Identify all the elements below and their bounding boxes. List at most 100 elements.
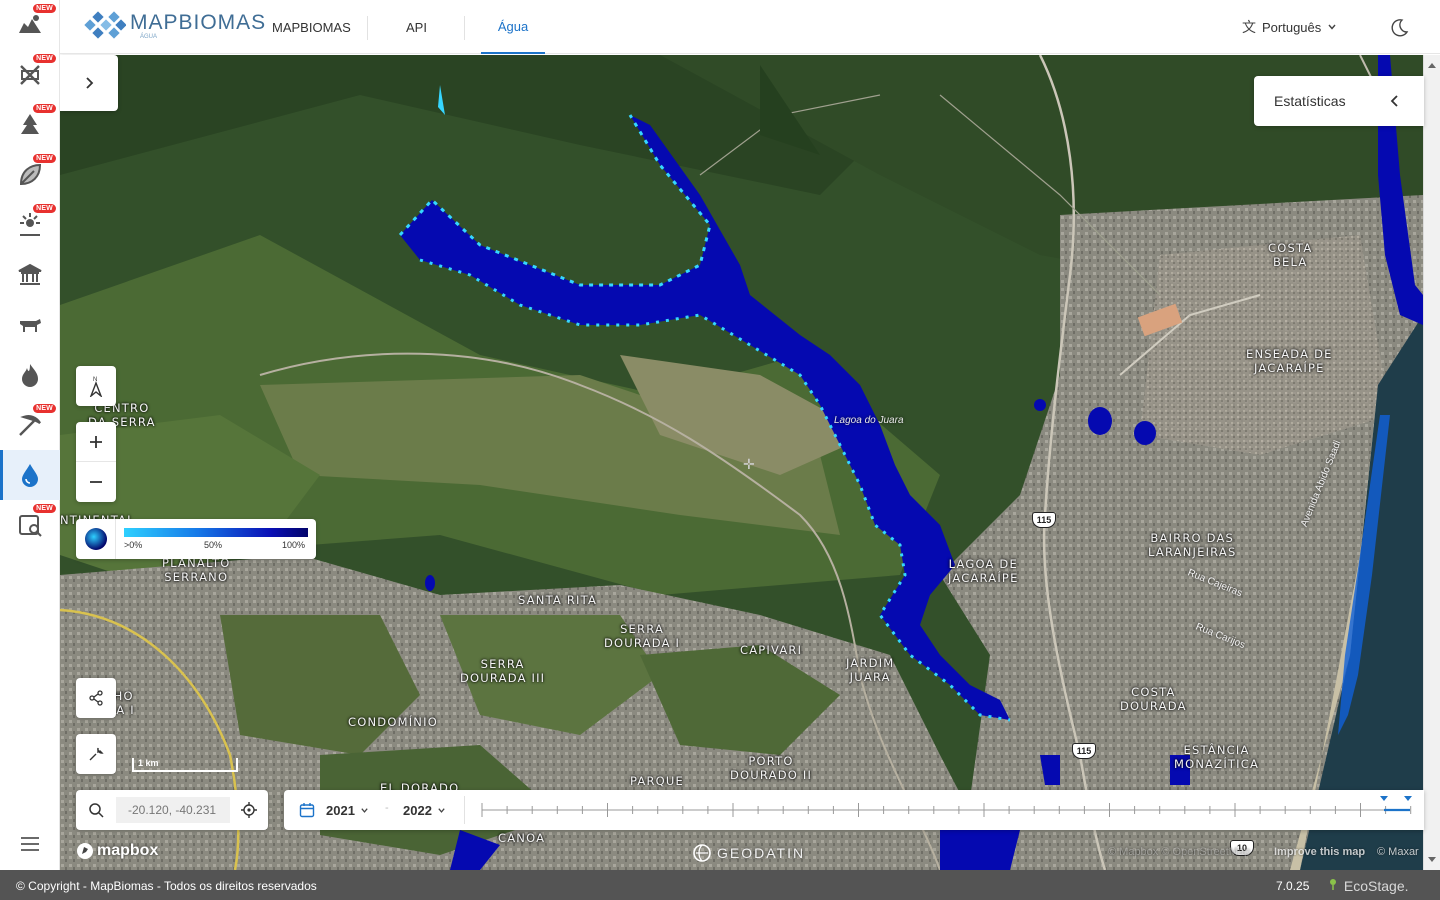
place-label: JARDIM JUARA	[846, 656, 895, 684]
start-handle-icon[interactable]	[1380, 796, 1388, 801]
mapbiomas-logo[interactable]: MAPBIOMAS ÁGUA	[84, 8, 266, 42]
sidebar-item-deforestation[interactable]: NEW	[0, 50, 60, 100]
my-location-icon[interactable]	[240, 801, 258, 819]
scroll-down-icon[interactable]	[1428, 857, 1436, 862]
top-navbar: MAPBIOMAS ÁGUA MAPBIOMAS API Água 文 Port…	[60, 0, 1440, 54]
new-badge: NEW	[33, 204, 56, 213]
plus-icon	[90, 435, 102, 448]
highway-shield: 115	[1072, 743, 1096, 759]
sidebar-item-water[interactable]	[0, 450, 60, 500]
start-year-select[interactable]: 2021	[326, 790, 369, 830]
new-badge: NEW	[33, 54, 56, 63]
search-icon[interactable]	[88, 802, 104, 818]
copyright-text: © Copyright - MapBiomas - Todos os direi…	[16, 879, 317, 893]
new-badge: NEW	[33, 104, 56, 113]
statistics-panel-toggle[interactable]: Estatísticas	[1254, 76, 1424, 126]
map-scale: 1 km	[132, 758, 238, 772]
place-label: CANOA	[498, 831, 546, 845]
sidebar-item-irrigation[interactable]: NEW	[0, 200, 60, 250]
tools-button[interactable]	[76, 734, 116, 774]
sidebar-item-mining[interactable]: NEW	[0, 400, 60, 450]
calendar-icon	[299, 803, 315, 818]
language-label: Português	[1262, 19, 1322, 35]
place-label: ENSEADA DE JACARAÍPE	[1246, 347, 1333, 375]
water-drop-icon	[22, 464, 38, 487]
timeline-slider[interactable]	[480, 790, 1420, 830]
geodatin-icon	[693, 844, 711, 862]
end-year-value: 2022	[403, 802, 432, 818]
ecostage-text: EcoStage.	[1343, 878, 1409, 894]
place-label: ESTÂNCIA MONAZÍTICA	[1174, 743, 1260, 771]
water-layer-icon	[84, 528, 107, 550]
chevron-down-icon	[438, 807, 445, 813]
zoom-out-button[interactable]	[76, 462, 116, 502]
logo-subtitle: ÁGUA	[140, 34, 158, 40]
new-badge: NEW	[33, 4, 56, 13]
lake-label: Lagoa do Juara	[834, 415, 904, 426]
degradation-icon	[21, 114, 39, 134]
version-text: 7.0.25	[1276, 879, 1310, 893]
ecostage-logo[interactable]: EcoStage.	[1326, 877, 1409, 894]
cattle-icon	[20, 319, 41, 332]
module-sidebar: NEW NEW NEW NEW NEW NEW NEW	[0, 0, 60, 870]
sidebar-item-leaf[interactable]: NEW	[0, 150, 60, 200]
nav-divider	[367, 16, 368, 40]
share-button[interactable]	[76, 678, 116, 718]
collection-icon	[19, 15, 41, 33]
sidebar-item-image-analysis[interactable]: NEW	[0, 500, 60, 550]
mapbox-text: mapbox	[97, 842, 159, 859]
sidebar-item-collection[interactable]: NEW	[0, 0, 60, 50]
legend-mid-label: 50%	[204, 540, 223, 550]
tab-agua[interactable]: Água	[481, 0, 545, 54]
sidebar-item-degradation[interactable]: NEW	[0, 100, 60, 150]
statistics-label: Estatísticas	[1274, 93, 1346, 109]
page-scrollbar[interactable]	[1423, 55, 1440, 870]
legend-min-label: >0%	[124, 540, 143, 550]
compass-button[interactable]: N	[76, 366, 116, 406]
fire-icon	[22, 364, 38, 387]
legend-max-label: 100%	[282, 540, 306, 550]
app-root: COSTA BELA ENSEADA DE JACARAÍPE CENTRO D…	[0, 0, 1440, 900]
place-label: COSTA DOURADA	[1120, 685, 1187, 713]
dark-mode-toggle-icon[interactable]	[1388, 17, 1410, 39]
place-label: BAIRRO DAS LARANJEIRAS	[1148, 531, 1237, 559]
place-label: PORTO DOURADO II	[730, 754, 813, 782]
year-separator: -	[385, 802, 389, 814]
place-label: CAPIVARI	[740, 643, 803, 657]
legend-toggle[interactable]	[76, 519, 116, 559]
minus-icon	[90, 481, 102, 483]
expand-panel-button[interactable]	[60, 55, 118, 111]
irrigation-icon	[20, 213, 40, 236]
water-frequency-legend: >0% 50% 100%	[76, 519, 316, 559]
zoom-controls	[76, 422, 116, 502]
end-year-select[interactable]: 2022	[403, 790, 446, 830]
sidebar-item-institution[interactable]	[0, 250, 60, 300]
no-deforestation-icon	[20, 65, 40, 85]
sidebar-item-fire[interactable]	[0, 350, 60, 400]
nav-divider	[464, 16, 465, 40]
geodatin-text: GEODATIN	[717, 845, 806, 861]
zoom-in-button[interactable]	[76, 422, 116, 462]
crosshair-icon: ✛	[743, 456, 755, 472]
leaf-icon	[19, 163, 42, 186]
tab-api[interactable]: API	[406, 0, 427, 54]
menu-button[interactable]	[0, 826, 60, 862]
tab-mapbiomas[interactable]: MAPBIOMAS	[272, 0, 351, 54]
place-label: SERRA DOURADA III	[460, 657, 546, 685]
place-label: SERRA DOURADA I	[604, 622, 681, 650]
sidebar-item-cattle[interactable]	[0, 300, 60, 350]
place-label: PARQUE	[630, 774, 684, 788]
chevron-right-icon	[86, 77, 94, 89]
scroll-up-icon[interactable]	[1428, 63, 1436, 68]
maxar-attribution[interactable]: © Maxar	[1377, 846, 1419, 858]
mapbox-attribution[interactable]: © Mapbox © OpenStreetMap	[1108, 846, 1250, 858]
logo-mark-icon	[84, 11, 126, 39]
improve-map-link[interactable]: Improve this map	[1274, 846, 1365, 858]
geodatin-logo: GEODATIN	[692, 843, 805, 863]
map-canvas[interactable]: COSTA BELA ENSEADA DE JACARAÍPE CENTRO D…	[60, 55, 1423, 870]
mapbox-logo[interactable]: mapbox	[76, 842, 158, 860]
end-handle-icon[interactable]	[1404, 796, 1412, 801]
translate-icon: 文	[1242, 19, 1256, 35]
language-selector[interactable]: 文 Português	[1242, 0, 1337, 54]
coordinate-input[interactable]	[116, 797, 230, 823]
